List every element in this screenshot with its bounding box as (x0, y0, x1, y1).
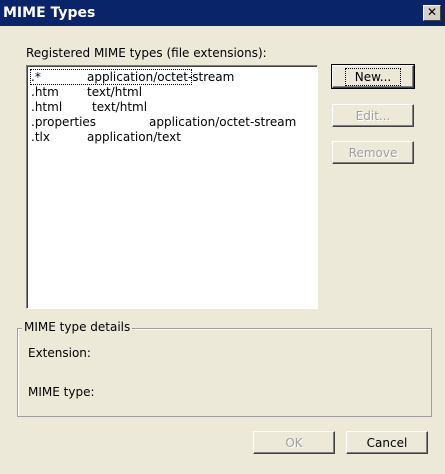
close-button[interactable]: ✕ (423, 5, 441, 21)
new-button[interactable]: New... (331, 64, 415, 89)
mime-details-title: MIME type details (22, 320, 133, 334)
mime-type-label: MIME type: (28, 385, 95, 399)
list-item-extension: .html (31, 100, 63, 114)
cancel-button[interactable]: Cancel (346, 431, 428, 454)
new-button-label: New... (344, 67, 402, 86)
close-icon: ✕ (426, 5, 438, 19)
list-item-extension: .tlx (31, 130, 50, 144)
cancel-button-label: Cancel (366, 435, 408, 450)
edit-button[interactable]: Edit... (332, 104, 414, 127)
window-title: MIME Types (3, 5, 96, 21)
edit-button-label: Edit... (355, 108, 391, 123)
list-item-extension: .htm (31, 85, 59, 99)
extension-label: Extension: (28, 346, 91, 360)
ok-button[interactable]: OK (253, 431, 335, 454)
list-item-mime: application/text (87, 130, 181, 144)
mime-types-list[interactable]: .* application/octet-stream .htm text/ht… (26, 65, 318, 309)
list-item-mime: text/html (92, 100, 148, 114)
list-label: Registered MIME types (file extensions): (26, 46, 267, 60)
list-item-mime: application/octet-stream (149, 115, 297, 129)
mime-details-group (17, 328, 432, 417)
title-bar: MIME Types ✕ (0, 0, 445, 26)
list-item-mime: application/octet-stream (87, 70, 235, 84)
remove-button[interactable]: Remove (332, 141, 414, 164)
remove-button-label: Remove (348, 145, 398, 160)
list-item-extension: .properties (31, 115, 97, 129)
ok-button-label: OK (285, 435, 303, 450)
list-item[interactable]: .* application/octet-stream (30, 69, 234, 85)
list-item-mime: text/html (87, 85, 143, 99)
list-item-extension: .* (31, 70, 41, 84)
